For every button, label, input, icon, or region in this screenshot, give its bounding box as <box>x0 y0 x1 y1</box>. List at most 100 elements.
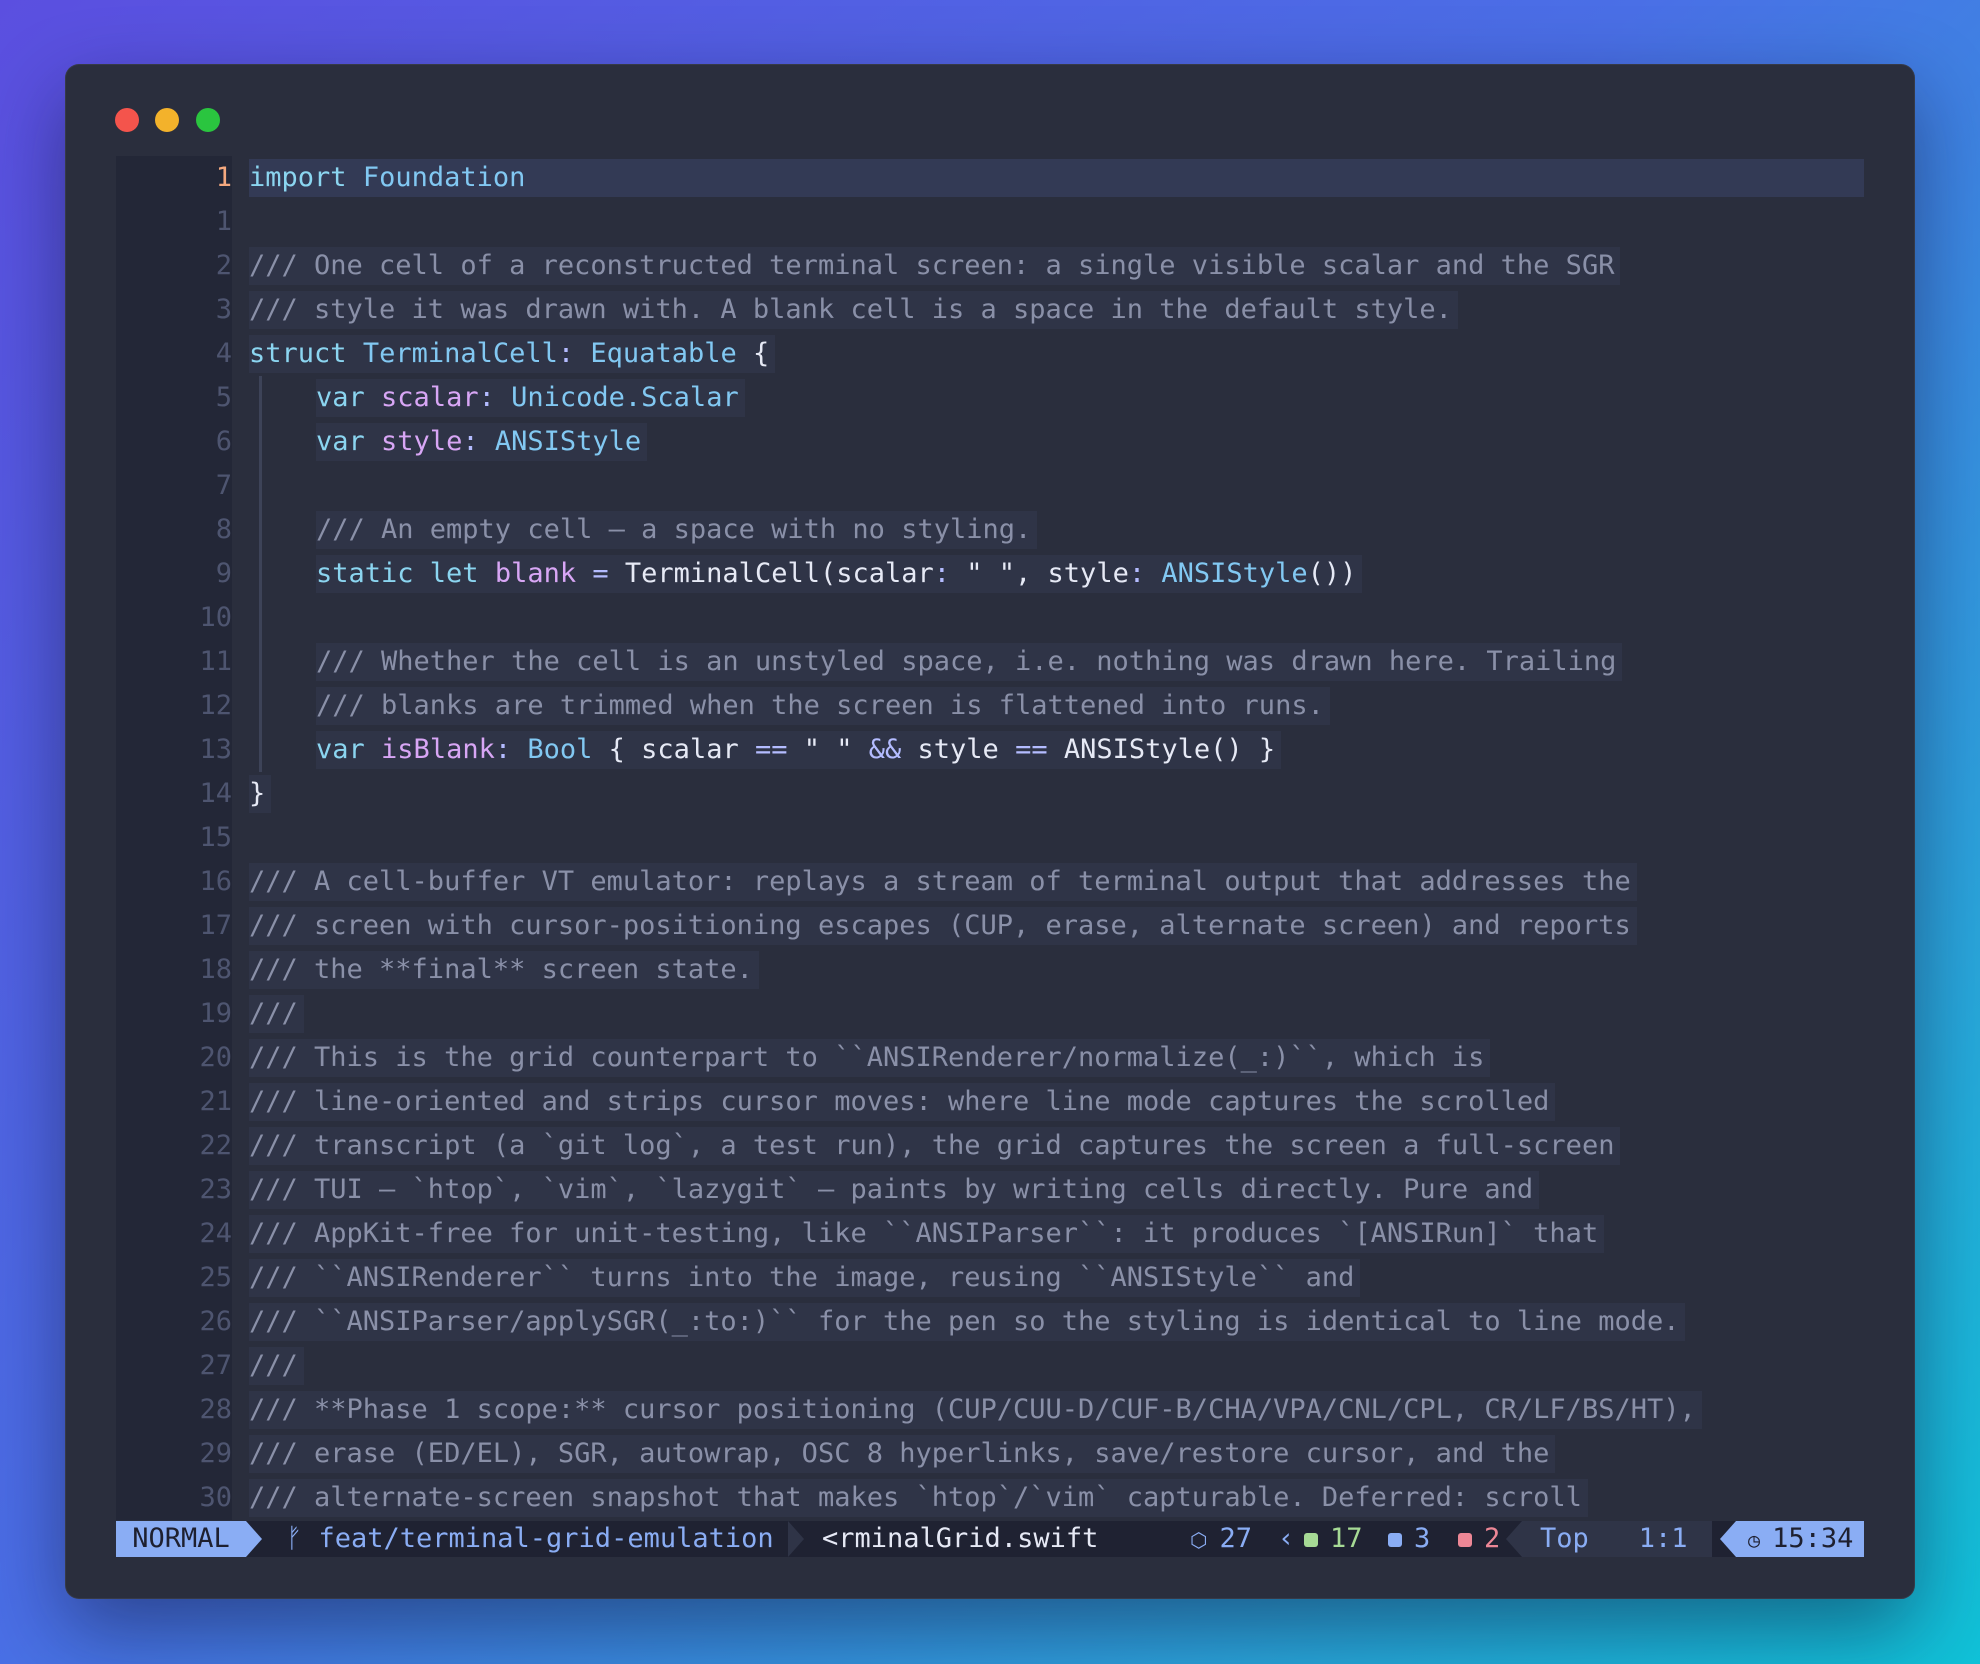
terminal-window: 1 import Foundation 1 2/// One cell of a re… <box>65 64 1915 1599</box>
zoom-button[interactable] <box>196 108 220 132</box>
code-token: static let <box>316 558 479 589</box>
added-count: 17 <box>1330 1523 1363 1554</box>
code-token: var <box>316 426 365 457</box>
line-number: 1 <box>116 200 232 244</box>
code-line[interactable]: 3 /// style it was drawn with. A blank ce… <box>116 288 1864 332</box>
code-line[interactable]: 11 /// Whether the cell is an unstyled sp… <box>116 640 1864 684</box>
line-number: 26 <box>116 1300 232 1344</box>
indent-guide <box>259 684 262 728</box>
code-text: } <box>249 775 272 813</box>
code-text: /// blanks are trimmed when the screen i… <box>316 687 1330 725</box>
code-token: struct <box>249 338 347 369</box>
code-text: /// screen with cursor-positioning escap… <box>249 907 1637 945</box>
removed-icon <box>1458 1532 1472 1547</box>
indent-guide <box>259 464 262 508</box>
code-line[interactable]: 1 <box>116 200 1864 244</box>
line-number-text: 12 <box>199 690 232 721</box>
code-token: } <box>249 778 266 809</box>
code-line[interactable]: 17 /// screen with cursor-positioning esc… <box>116 904 1864 948</box>
code-token: ANSIStyle <box>494 426 642 457</box>
code-line[interactable]: 21 /// line-oriented and strips cursor mo… <box>116 1080 1864 1124</box>
code-token: scalar <box>381 382 479 413</box>
line-number-text: 6 <box>215 426 232 457</box>
code-line[interactable]: 16 /// A cell-buffer VT emulator: replays… <box>116 860 1864 904</box>
code-token: && <box>868 734 902 765</box>
code-line[interactable]: 12 /// blanks are trimmed when the screen… <box>116 684 1864 728</box>
git-branch[interactable]: ᚠ feat/terminal-grid-emulation <box>286 1521 774 1557</box>
code-text: /// erase (ED/EL), SGR, autowrap, OSC 8 … <box>249 1435 1556 1473</box>
code-line[interactable]: 6 var style: ANSIStyle <box>116 420 1864 464</box>
code-line[interactable]: 26 /// ``ANSIParser/applySGR(_:to:)`` for… <box>116 1300 1864 1344</box>
code-text: /// One cell of a reconstructed terminal… <box>249 247 1621 285</box>
line-number-text: 8 <box>215 514 232 545</box>
code-token: /// A cell-buffer VT emulator: replays a… <box>249 866 1631 897</box>
code-token: TerminalCell <box>362 338 558 369</box>
code-line[interactable]: 18 /// the **final** screen state. <box>116 948 1864 992</box>
code-line[interactable]: 8 /// An empty cell — a space with no sty… <box>116 508 1864 552</box>
position-box: Top 1:1 <box>1522 1521 1712 1557</box>
code-line[interactable]: 24 /// AppKit-free for unit-testing, like… <box>116 1212 1864 1256</box>
code-token: : <box>1128 558 1146 589</box>
code-line[interactable]: 28 /// **Phase 1 scope:** cursor position… <box>116 1388 1864 1432</box>
code-line[interactable]: 4 struct TerminalCell: Equatable { <box>116 332 1864 376</box>
code-token: ANSIStyle() } <box>1047 734 1276 765</box>
line-number: 25 <box>116 1256 232 1300</box>
code-token: ()) <box>1307 558 1357 589</box>
code-line[interactable]: 23 /// TUI — `htop`, `vim`, `lazygit` — p… <box>116 1168 1864 1212</box>
code-text: /// Whether the cell is an unstyled spac… <box>316 643 1623 681</box>
code-line[interactable]: 7 <box>116 464 1864 508</box>
code-line[interactable]: 19 /// <box>116 992 1864 1036</box>
code-text: /// style it was drawn with. A blank cel… <box>249 291 1458 329</box>
line-number: 6 <box>116 420 232 464</box>
code-line[interactable]: 10 <box>116 596 1864 640</box>
code-line[interactable]: 1 import Foundation <box>116 156 1864 200</box>
code-line[interactable]: 5 var scalar: Unicode.Scalar <box>116 376 1864 420</box>
code-line[interactable]: 14} <box>116 772 1864 816</box>
line-number: 3 <box>116 288 232 332</box>
code-line[interactable]: 2 /// One cell of a reconstructed termina… <box>116 244 1864 288</box>
line-number-text: 30 <box>199 1482 232 1513</box>
code-line[interactable]: 20 /// This is the grid counterpart to ``… <box>116 1036 1864 1080</box>
package-count-value: 27 <box>1219 1523 1253 1554</box>
code-text: /// This is the grid counterpart to ``AN… <box>249 1039 1491 1077</box>
code-token: : <box>494 734 512 765</box>
code-line[interactable]: 22 /// transcript (a `git log`, a test ru… <box>116 1124 1864 1168</box>
line-number-text: 9 <box>215 558 232 589</box>
code-token: var <box>316 734 365 765</box>
code-line[interactable]: 9 static let blank = TerminalCell(scalar:… <box>116 552 1864 596</box>
code-token: { scalar <box>592 734 755 765</box>
line-number-text: 5 <box>215 382 232 413</box>
line-number-text: 22 <box>199 1130 232 1161</box>
code-line[interactable]: 29 /// erase (ED/EL), SGR, autowrap, OSC … <box>116 1432 1864 1476</box>
code-line[interactable]: 27 /// <box>116 1344 1864 1388</box>
code-text: /// <box>249 995 304 1033</box>
code-token: /// ``ANSIParser/applySGR(_:to:)`` for t… <box>249 1306 1680 1337</box>
code-token: : <box>462 426 479 457</box>
indent-guide <box>259 640 262 684</box>
code-line[interactable]: 25 /// ``ANSIRenderer`` turns into the im… <box>116 1256 1864 1300</box>
diff-added: 17 <box>1304 1521 1363 1557</box>
code-token: /// AppKit-free for unit-testing, like `… <box>249 1218 1599 1249</box>
indent-guide <box>259 508 262 552</box>
line-number: 17 <box>116 904 232 948</box>
code-text: /// ``ANSIRenderer`` turns into the imag… <box>249 1259 1361 1297</box>
line-number-text: 17 <box>199 910 232 941</box>
code-token: " ", style <box>950 558 1129 589</box>
close-button[interactable] <box>115 108 139 132</box>
code-line[interactable]: 30 /// alternate-screen snapshot that mak… <box>116 1476 1864 1520</box>
code-line[interactable]: 13 var isBlank: Bool { scalar == " " && s… <box>116 728 1864 772</box>
line-number-text: 23 <box>199 1174 232 1205</box>
line-number-text: 28 <box>199 1394 232 1425</box>
code-editor[interactable]: 1 import Foundation 1 2/// One cell of a re… <box>116 156 1864 1600</box>
minimize-button[interactable] <box>155 108 179 132</box>
line-number: 8 <box>116 508 232 552</box>
code-line[interactable]: 15 <box>116 816 1864 860</box>
chevron-left-icon: ‹ <box>1278 1523 1295 1554</box>
line-number: 1 <box>116 156 232 200</box>
code-token: blank <box>494 558 577 589</box>
line-number: 2 <box>116 244 232 288</box>
